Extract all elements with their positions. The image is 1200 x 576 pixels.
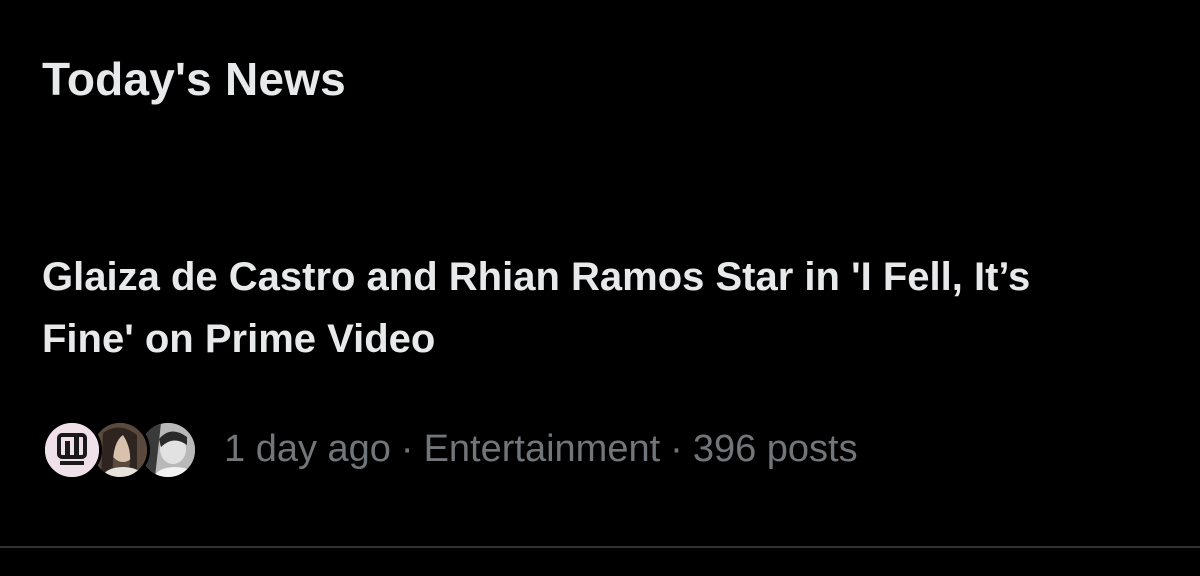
news-item-card[interactable]: Glaiza de Castro and Rhian Ramos Star in… — [0, 220, 1200, 548]
avatar-stack — [42, 418, 198, 480]
post-count: 396 posts — [692, 427, 858, 470]
time-ago: 1 day ago — [224, 427, 391, 470]
category-label: Entertainment — [423, 427, 661, 470]
section-title: Today's News — [42, 53, 346, 105]
news-meta-text: 1 day ago · Entertainment · 396 posts — [224, 428, 858, 471]
news-headline[interactable]: Glaiza de Castro and Rhian Ramos Star in… — [42, 246, 1102, 370]
meta-separator: · — [400, 427, 414, 470]
news-meta-row: 1 day ago · Entertainment · 396 posts — [42, 418, 858, 480]
publisher-logo-avatar — [42, 420, 102, 480]
meta-separator: · — [670, 427, 683, 470]
section-divider — [0, 546, 1200, 548]
